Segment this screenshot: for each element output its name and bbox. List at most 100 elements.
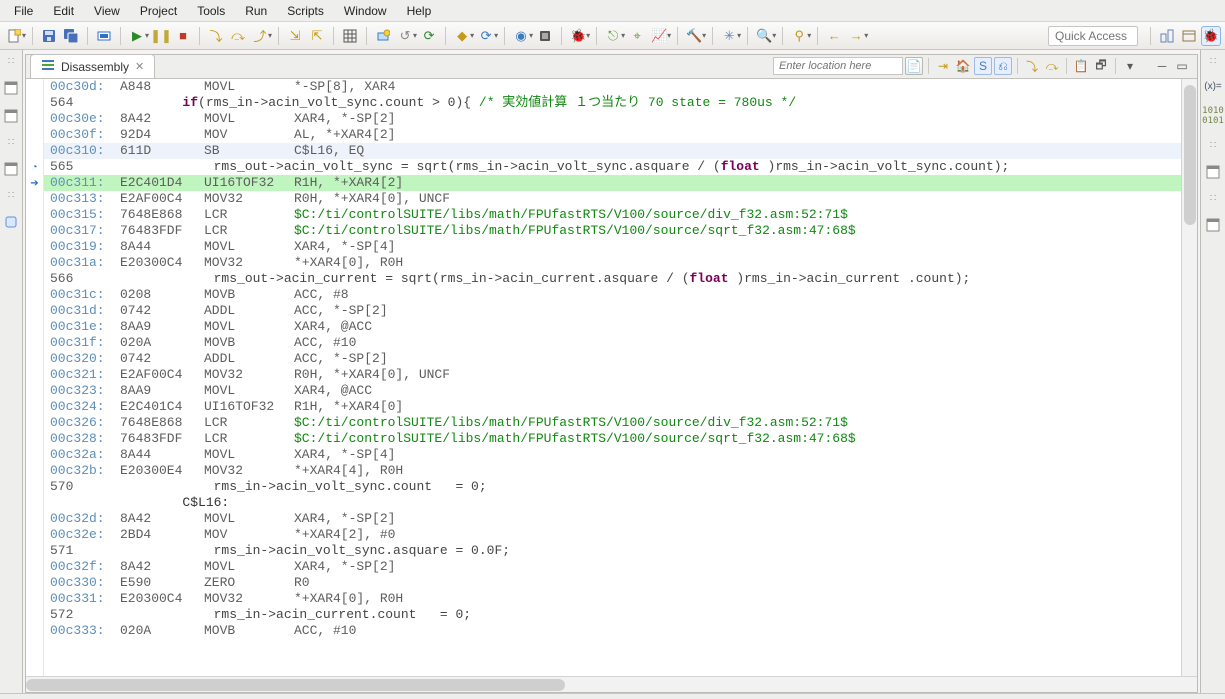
- connect-target-button[interactable]: [94, 26, 114, 46]
- source-line[interactable]: 570 rms_in->acin_volt_sync.count = 0;: [44, 479, 1181, 495]
- menu-run[interactable]: Run: [235, 2, 277, 20]
- drag-handle-r3[interactable]: ∷: [1210, 193, 1216, 204]
- menu-view[interactable]: View: [84, 2, 130, 20]
- goto-address-button[interactable]: 📄: [905, 57, 923, 75]
- perspective-resource-icon[interactable]: [1157, 26, 1177, 46]
- toggle-breadboard-button[interactable]: ⎋: [603, 26, 623, 46]
- reset-cpu-button[interactable]: ↺: [395, 26, 415, 46]
- close-tab-icon[interactable]: ✕: [135, 60, 144, 73]
- minimized-view-icon[interactable]: [4, 215, 18, 229]
- nav-fwd-button[interactable]: →: [846, 26, 866, 46]
- asm-line[interactable]: 00c30d:A848MOVL*-SP[8], XAR4: [44, 79, 1181, 95]
- breakpoint-gutter[interactable]: ◔➔: [26, 79, 44, 676]
- menu-edit[interactable]: Edit: [43, 2, 84, 20]
- enable-silicon-button[interactable]: ◆: [452, 26, 472, 46]
- ea-button[interactable]: ⌖: [627, 26, 647, 46]
- open-new-view-button[interactable]: 🗗: [1092, 57, 1110, 75]
- asm-line[interactable]: 00c324:E2C401C4UI16TOF32R1H, *+XAR4[0]: [44, 399, 1181, 415]
- source-line[interactable]: 566 rms_out->acin_current = sqrt(rms_in-…: [44, 271, 1181, 287]
- asm-line[interactable]: 00c315:7648E868LCR$C:/ti/controlSUITE/li…: [44, 207, 1181, 223]
- goto-pc-button[interactable]: ⇥: [934, 57, 952, 75]
- asm-line[interactable]: 00c31f:020AMOVBACC, #10: [44, 335, 1181, 351]
- asm-line[interactable]: 00c30f:92D4MOVAL, *+XAR4[2]: [44, 127, 1181, 143]
- drag-handle[interactable]: ∷: [8, 56, 14, 67]
- asm-line[interactable]: 00c31d:0742ADDLACC, *-SP[2]: [44, 303, 1181, 319]
- realtime-mode-button[interactable]: [373, 26, 393, 46]
- asm-line[interactable]: 00c320:0742ADDLACC, *-SP[2]: [44, 351, 1181, 367]
- drag-handle-r1[interactable]: ∷: [1210, 56, 1216, 67]
- horizontal-scrollbar[interactable]: [26, 676, 1197, 692]
- nav-back-button[interactable]: ←: [824, 26, 844, 46]
- save-all-button[interactable]: [61, 26, 81, 46]
- asm-line[interactable]: 00c32f:8A42MOVLXAR4, *-SP[2]: [44, 559, 1181, 575]
- drag-handle-r2[interactable]: ∷: [1210, 140, 1216, 151]
- assembly-step-into-icon[interactable]: ⤵: [1023, 57, 1041, 75]
- asm-step-into-button[interactable]: ⇲: [285, 26, 305, 46]
- source-line[interactable]: 565 rms_out->acin_volt_sync = sqrt(rms_i…: [44, 159, 1181, 175]
- show-source-button[interactable]: S: [974, 57, 992, 75]
- source-line[interactable]: 564 if(rms_in->acin_volt_sync.count > 0)…: [44, 95, 1181, 111]
- disassembly-text[interactable]: 00c30d:A848MOVL*-SP[8], XAR4564 if(rms_i…: [44, 79, 1181, 676]
- terminate-button[interactable]: ■: [173, 26, 193, 46]
- asm-line[interactable]: 00c328:76483FDFLCR$C:/ti/controlSUITE/li…: [44, 431, 1181, 447]
- restore-view-2-icon[interactable]: [4, 109, 18, 123]
- chip-button[interactable]: [535, 26, 555, 46]
- asm-line[interactable]: 00c32b:E20300E4MOV32*+XAR4[4], R0H: [44, 463, 1181, 479]
- step-over-button[interactable]: ⤼: [228, 26, 248, 46]
- graph-button[interactable]: 📈: [649, 26, 669, 46]
- variables-view-icon[interactable]: (x)=: [1204, 81, 1222, 92]
- source-line[interactable]: 571 rms_in->acin_volt_sync.asquare = 0.0…: [44, 543, 1181, 559]
- asm-line[interactable]: 00c331:E20300C4MOV32*+XAR4[0], R0H: [44, 591, 1181, 607]
- asm-line[interactable]: 00c313:E2AF00C4MOV32R0H, *+XAR4[0], UNCF: [44, 191, 1181, 207]
- restore-view-3-icon[interactable]: [4, 162, 18, 176]
- vertical-scrollbar[interactable]: [1181, 79, 1197, 676]
- minimize-view-button[interactable]: ─: [1153, 57, 1171, 75]
- asm-line[interactable]: 00c32d:8A42MOVLXAR4, *-SP[2]: [44, 511, 1181, 527]
- copy-view-button[interactable]: 📋: [1072, 57, 1090, 75]
- new-breakpoint-button[interactable]: ◉: [511, 26, 531, 46]
- quick-access-input[interactable]: [1048, 26, 1138, 46]
- debug-button[interactable]: 🐞: [568, 26, 588, 46]
- source-line[interactable]: 572 rms_in->acin_current.count = 0;: [44, 607, 1181, 623]
- new-button[interactable]: [4, 26, 24, 46]
- step-into-button[interactable]: ⤵: [206, 26, 226, 46]
- asm-line[interactable]: 00c326:7648E868LCR$C:/ti/controlSUITE/li…: [44, 415, 1181, 431]
- asm-line[interactable]: 00c319:8A44MOVLXAR4, *-SP[4]: [44, 239, 1181, 255]
- tab-disassembly[interactable]: Disassembly ✕: [30, 54, 155, 78]
- asm-line[interactable]: 00c333:020AMOVBACC, #10: [44, 623, 1181, 639]
- show-symbols-button[interactable]: ⎌: [994, 57, 1012, 75]
- asm-line[interactable]: 00c321:E2AF00C4MOV32R0H, *+XAR4[0], UNCF: [44, 367, 1181, 383]
- save-button[interactable]: [39, 26, 59, 46]
- asm-line[interactable]: 00c310:611DSBC$L16, EQ: [44, 143, 1181, 159]
- menu-project[interactable]: Project: [130, 2, 187, 20]
- asm-step-over-button[interactable]: ⇱: [307, 26, 327, 46]
- asm-line[interactable]: 00c32a:8A44MOVLXAR4, *-SP[4]: [44, 447, 1181, 463]
- view-menu-button[interactable]: ▾: [1121, 57, 1139, 75]
- wand-button[interactable]: ⚲: [789, 26, 809, 46]
- step-return-button[interactable]: ⤴: [250, 26, 270, 46]
- menu-window[interactable]: Window: [334, 2, 397, 20]
- menu-help[interactable]: Help: [397, 2, 442, 20]
- perspective-ccs-debug-icon[interactable]: 🐞: [1201, 26, 1221, 46]
- menu-file[interactable]: File: [4, 2, 43, 20]
- restore-view-r1-icon[interactable]: [1206, 165, 1220, 179]
- asm-line[interactable]: 00c311:E2C401D4UI16TOF32R1H, *+XAR4[2]: [44, 175, 1181, 191]
- restore-view-r2-icon[interactable]: [1206, 218, 1220, 232]
- label-line[interactable]: C$L16:: [44, 495, 1181, 511]
- asm-line[interactable]: 00c31c:0208MOVBACC, #8: [44, 287, 1181, 303]
- menu-scripts[interactable]: Scripts: [277, 2, 334, 20]
- search-button[interactable]: 🔍: [754, 26, 774, 46]
- asm-line[interactable]: 00c317:76483FDFLCR$C:/ti/controlSUITE/li…: [44, 223, 1181, 239]
- home-icon[interactable]: 🏠: [954, 57, 972, 75]
- registers-grid-button[interactable]: [340, 26, 360, 46]
- memory-view-icon[interactable]: 10100101: [1202, 106, 1224, 126]
- maximize-view-button[interactable]: ▭: [1173, 57, 1191, 75]
- asm-line[interactable]: 00c323:8AA9MOVLXAR4, @ACC: [44, 383, 1181, 399]
- drag-handle-2[interactable]: ∷: [8, 137, 14, 148]
- assembly-step-over-icon[interactable]: ⤼: [1043, 57, 1061, 75]
- location-input[interactable]: [773, 57, 903, 75]
- build-button[interactable]: 🔨: [684, 26, 704, 46]
- drag-handle-3[interactable]: ∷: [8, 190, 14, 201]
- asm-line[interactable]: 00c32e:2BD4MOV*+XAR4[2], #0: [44, 527, 1181, 543]
- restart-button[interactable]: ⟳: [419, 26, 439, 46]
